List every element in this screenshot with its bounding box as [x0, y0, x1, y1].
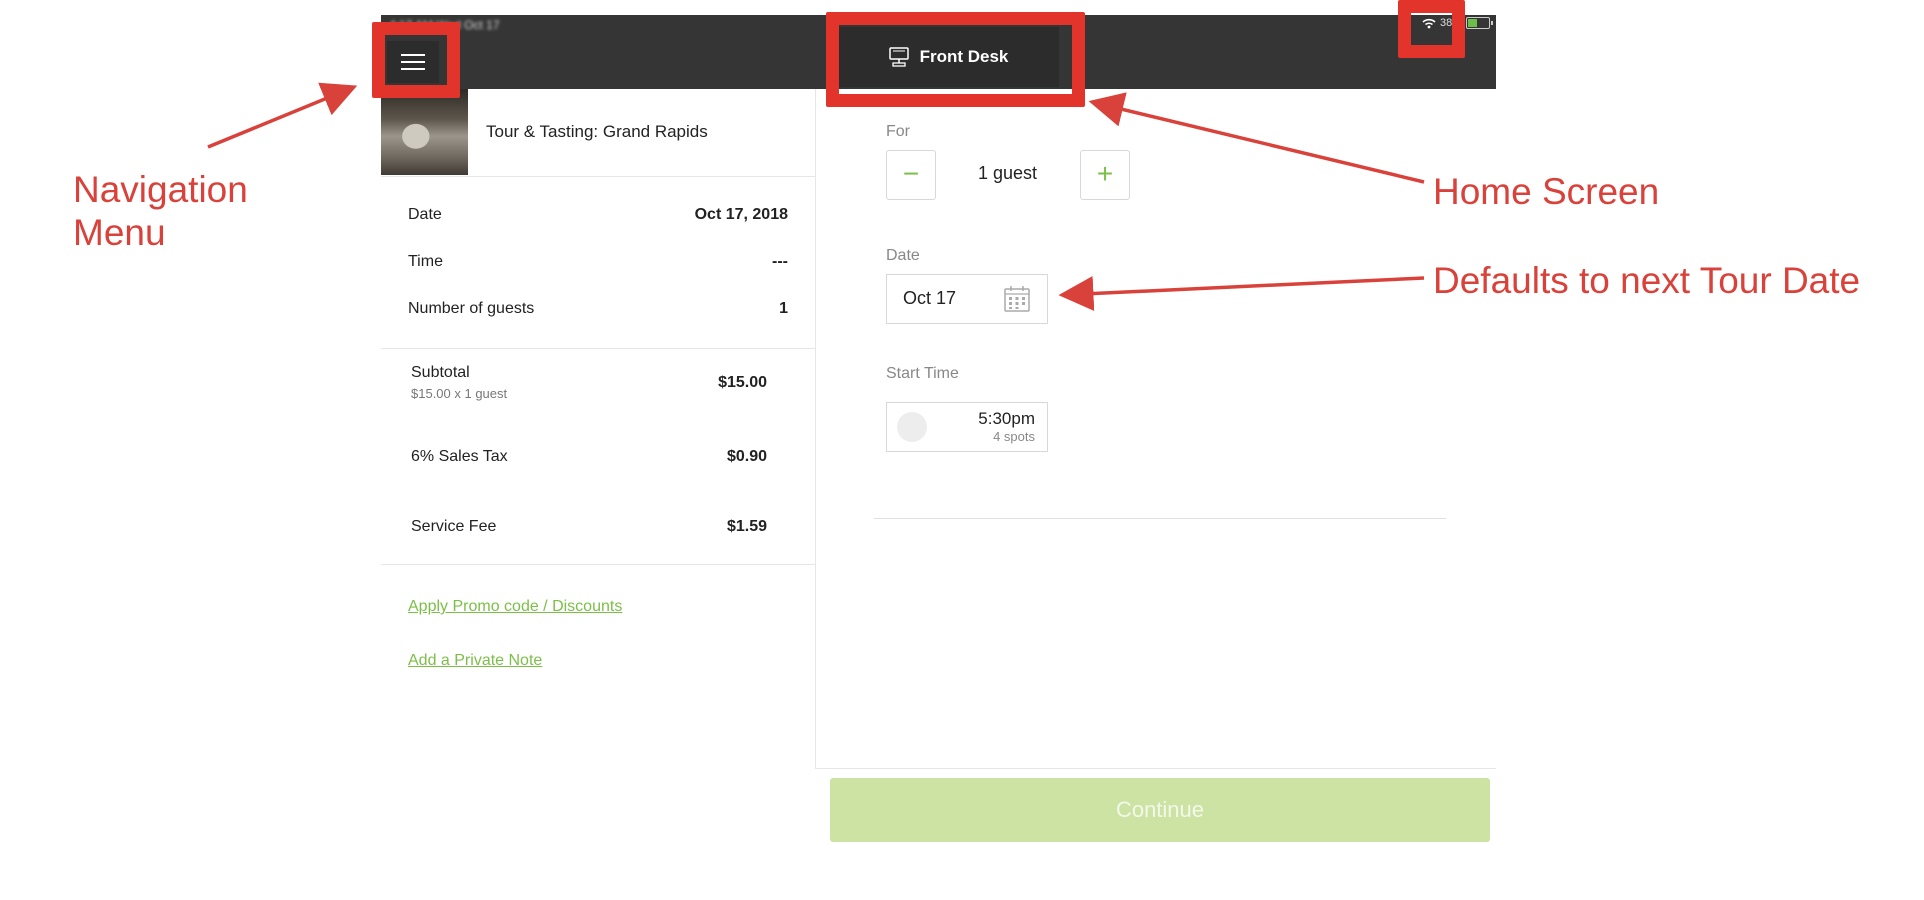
arrow-to-menu — [207, 82, 358, 149]
annotation-arrows — [207, 82, 1425, 312]
annotation-defaults-date: Defaults to next Tour Date — [1433, 260, 1861, 301]
annotation-navigation-menu: Navigation Menu — [73, 169, 248, 253]
arrow-to-date — [1058, 276, 1425, 312]
annotation-home-screen: Home Screen — [1433, 171, 1660, 212]
arrow-to-home — [1088, 92, 1425, 184]
